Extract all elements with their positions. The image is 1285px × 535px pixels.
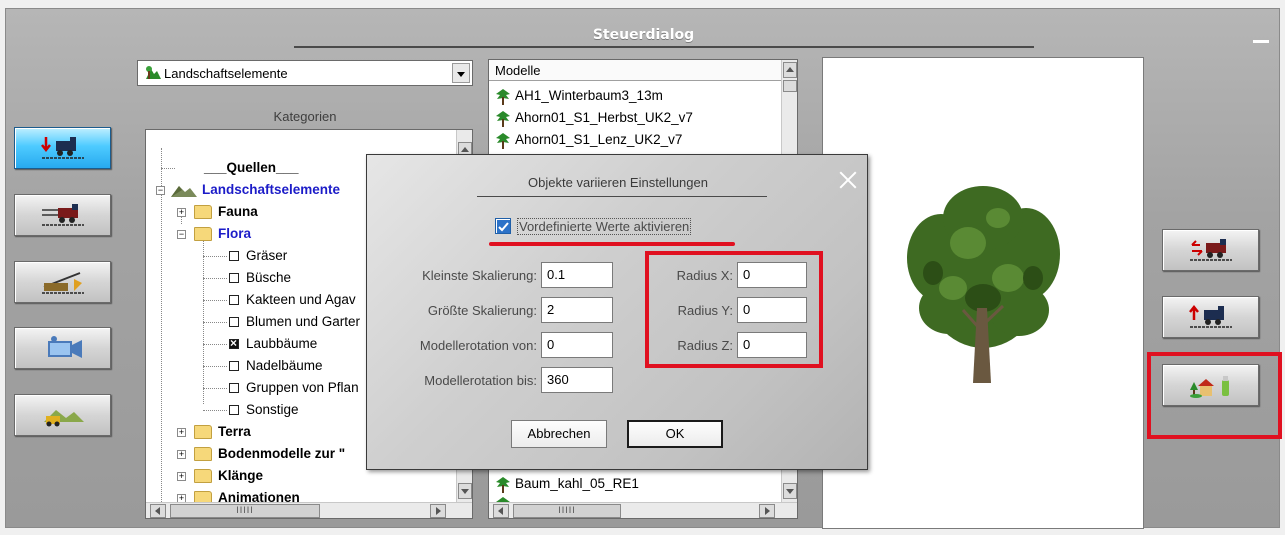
checkbox[interactable] [229,273,239,283]
close-icon[interactable] [837,169,859,191]
insert-locomotive-icon [41,137,84,159]
folder-icon [194,447,212,461]
tree-model-icon [496,89,510,105]
predefined-values-label[interactable]: Vordefinierte Werte aktivieren [517,218,692,235]
expand-icon[interactable]: + [177,428,186,437]
steuerdialog-window: Steuerdialog Landschaftselemente Kategor… [5,8,1282,529]
tool-crane-button[interactable] [14,261,111,303]
folder-icon [194,469,212,483]
rotation-to-label: Modellerotation bis: [424,373,537,388]
lift-locomotive-icon [1189,304,1232,328]
folder-open-icon [194,227,212,241]
min-scale-input[interactable]: 0.1 [541,262,613,288]
scroll-down-icon[interactable] [458,483,472,499]
scroll-left-icon[interactable] [493,504,509,518]
list-item[interactable]: Ahorn01_S1_Herbst_UK2_v7 [495,108,785,129]
rotation-from-label: Modellerotation von: [419,338,537,353]
replace-model-button[interactable] [1162,229,1259,271]
scroll-down-icon[interactable] [783,483,797,499]
list-item[interactable]: AH1_Winterbaum3_13m [495,86,785,107]
list-item[interactable]: Baum_kahl_05_RE1 [495,474,785,495]
dialog-title: Objekte variieren Einstellungen [528,175,708,190]
radius-y-label: Radius Y: [677,303,733,318]
vary-objects-icon [1190,376,1229,398]
category-dropdown-value: Landschaftselemente [164,66,288,81]
expand-icon[interactable]: + [177,472,186,481]
radius-z-input[interactable]: 0 [737,332,807,358]
checkbox[interactable] [229,361,239,371]
checkbox[interactable] [229,317,239,327]
landscape-icon [146,66,161,79]
window-title: Steuerdialog [592,27,695,43]
checkbox[interactable] [229,251,239,261]
vary-settings-dialog: Objekte variieren Einstellungen Vordefin… [366,154,868,470]
radius-z-label: Radius Z: [677,338,733,353]
expand-icon[interactable]: + [177,450,186,459]
scrollbar-thumb[interactable]: IIIII [513,504,621,518]
model-preview [822,57,1144,529]
scroll-up-icon[interactable] [783,62,797,78]
collapse-icon[interactable]: − [177,230,186,239]
radius-x-label: Radius X: [676,268,733,283]
tree-model-icon [496,477,510,493]
checkbox[interactable] [229,295,239,305]
kategorien-label: Kategorien [273,109,337,124]
list-item-partial[interactable] [495,494,785,502]
category-dropdown[interactable]: Landschaftselemente [137,60,473,86]
tool-camera-button[interactable] [14,327,111,369]
rotation-from-input[interactable]: 0 [541,332,613,358]
list-item[interactable]: Ahorn01_S1_Lenz_UK2_v7 [495,130,785,151]
vary-objects-button[interactable] [1162,364,1259,406]
ok-button[interactable]: OK [627,420,723,448]
camera-icon [48,336,82,358]
title-divider [294,46,1034,48]
collapse-icon[interactable]: − [156,186,165,195]
tree-preview-icon [907,186,1060,383]
tracks-locomotive-icon [42,204,84,226]
folder-icon [194,425,212,439]
tree-model-icon [496,133,510,149]
scroll-left-icon[interactable] [150,504,166,518]
models-horizontal-scrollbar[interactable]: IIIII [489,502,797,518]
min-scale-label: Kleinste Skalierung: [422,268,537,283]
landscape-icon [171,186,197,197]
dialog-title-divider [477,196,767,197]
scroll-right-icon[interactable] [430,504,446,518]
max-scale-input[interactable]: 2 [541,297,613,323]
checkbox[interactable] [229,405,239,415]
expand-icon[interactable]: + [177,208,186,217]
checkbox[interactable] [229,383,239,393]
cancel-button[interactable]: Abbrechen [511,420,607,448]
radius-x-input[interactable]: 0 [737,262,807,288]
models-column-header[interactable]: Modelle [489,60,781,81]
crane-icon [42,272,84,294]
minimize-icon[interactable] [1253,37,1273,45]
lift-model-button[interactable] [1162,296,1259,338]
tree-model-icon [496,111,510,127]
tree-horizontal-scrollbar[interactable]: IIIII [146,502,472,518]
scrollbar-thumb[interactable]: IIIII [170,504,320,518]
tool-insert-rail-button[interactable] [14,127,111,169]
replace-locomotive-icon [1190,239,1232,261]
highlight-underline [489,242,735,246]
scroll-right-icon[interactable] [759,504,775,518]
chevron-down-icon[interactable] [452,63,470,83]
max-scale-label: Größte Skalierung: [427,303,537,318]
predefined-values-checkbox[interactable] [495,218,511,234]
checkmark-icon [497,220,510,233]
scrollbar-thumb[interactable] [783,80,797,92]
checkbox-checked[interactable] [229,336,239,350]
radius-y-input[interactable]: 0 [737,297,807,323]
rotation-to-input[interactable]: 360 [541,367,613,393]
folder-icon [194,205,212,219]
landscape-tool-icon [44,410,84,427]
tool-landscape-button[interactable] [14,394,111,436]
tool-tracks-button[interactable] [14,194,111,236]
